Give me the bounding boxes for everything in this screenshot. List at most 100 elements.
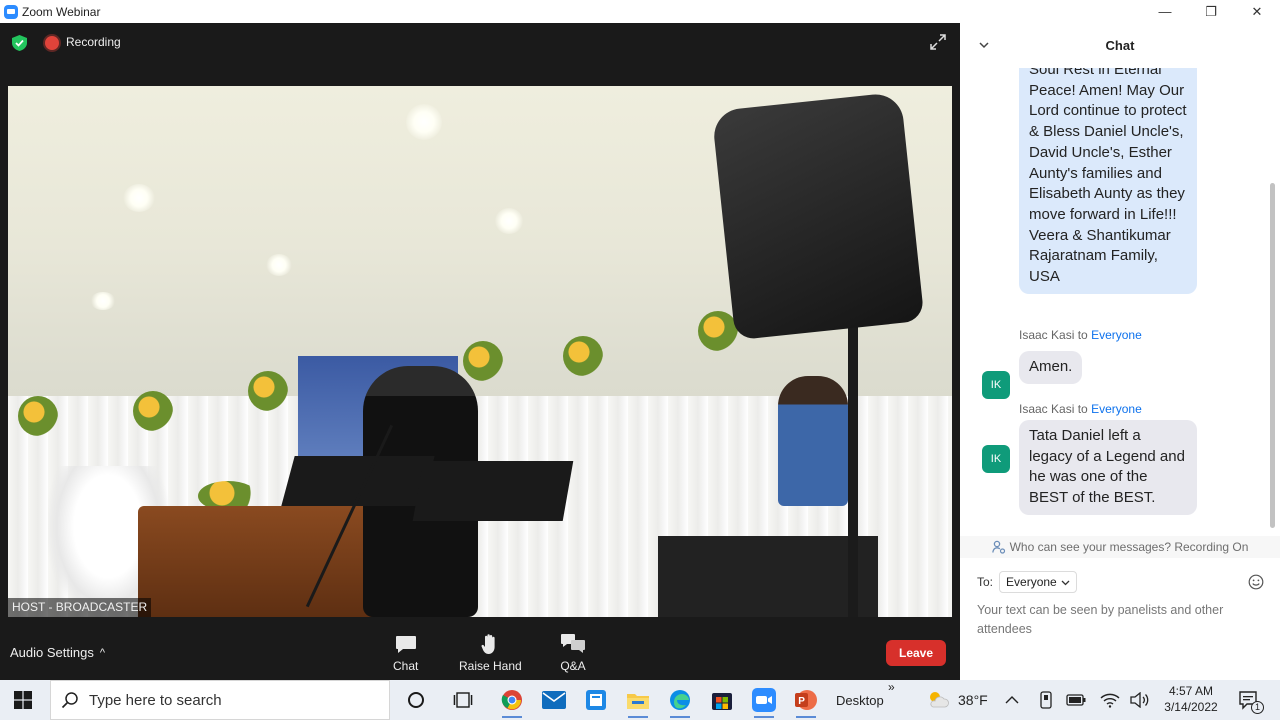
- zoom-app-icon[interactable]: [752, 688, 776, 718]
- mail-icon[interactable]: [542, 688, 566, 712]
- chrome-icon[interactable]: [500, 688, 524, 718]
- volume-icon[interactable]: [1128, 688, 1152, 712]
- to-label: To:: [977, 575, 994, 589]
- qa-bubbles-icon: [560, 629, 586, 655]
- desktop-toolbar-label[interactable]: Desktop: [836, 693, 884, 708]
- minimize-button[interactable]: —: [1142, 0, 1188, 23]
- powerpoint-icon[interactable]: P: [794, 688, 818, 718]
- clock-time: 4:57 AM: [1168, 684, 1214, 698]
- privacy-note-text: Who can see your messages? Recording On: [1009, 540, 1249, 554]
- casket: [138, 506, 388, 617]
- flower-decoration: [133, 391, 173, 431]
- privacy-note[interactable]: Who can see your messages? Recording On: [960, 536, 1280, 558]
- chat-message-list[interactable]: Soul Rest in Eternal Peace! Amen! May Ou…: [960, 68, 1280, 536]
- notification-center-icon[interactable]: 1: [1236, 688, 1264, 714]
- speaker-pole: [848, 316, 858, 617]
- flower-decoration: [18, 396, 58, 436]
- keyboard-instrument: [658, 536, 878, 617]
- microsoft-store-icon[interactable]: [710, 688, 734, 712]
- ceiling-light: [406, 104, 442, 140]
- chat-panel: Chat Soul Rest in Eternal Peace! Amen! M…: [960, 23, 1280, 680]
- ceiling-light: [495, 208, 523, 234]
- meeting-area: Recording HOST - BROADCASTER Audio Setti…: [0, 23, 960, 680]
- avatar: IK: [982, 371, 1010, 399]
- video-feed: [8, 86, 952, 617]
- flower-decoration: [698, 311, 738, 351]
- chat-button-label: Chat: [393, 659, 419, 673]
- weather-icon[interactable]: [926, 688, 950, 712]
- host-name-label: HOST - BROADCASTER: [8, 598, 152, 617]
- task-view-icon[interactable]: [451, 688, 475, 712]
- recipient-link[interactable]: Everyone: [1091, 402, 1142, 416]
- recipient-dropdown[interactable]: Everyone: [999, 571, 1077, 593]
- calculator-app-icon[interactable]: [584, 688, 608, 712]
- restore-button[interactable]: ❐: [1188, 0, 1234, 23]
- sender-to-word: to: [1077, 402, 1088, 416]
- raise-hand-label: Raise Hand: [459, 659, 522, 673]
- avatar: IK: [982, 445, 1010, 473]
- sender-name: Isaac Kasi: [1019, 328, 1075, 342]
- chat-bubble-icon: [395, 629, 417, 655]
- caret-up-icon: ^: [99, 646, 106, 659]
- meeting-controls-bar: Audio Settings ^ Chat Raise Hand Q&A Lea…: [0, 623, 960, 680]
- flower-decoration: [563, 336, 603, 376]
- chat-message-input[interactable]: [977, 601, 1267, 645]
- windows-start-icon[interactable]: [14, 691, 32, 709]
- recipient-link[interactable]: Everyone: [1091, 328, 1142, 342]
- taskbar-search-box[interactable]: [50, 680, 390, 720]
- recipient-row: To: Everyone: [977, 571, 1077, 593]
- pa-speaker: [711, 91, 925, 341]
- sender-name: Isaac Kasi: [1019, 402, 1075, 416]
- qa-button-label: Q&A: [560, 659, 586, 673]
- window-titlebar: Zoom Webinar — ❐ ✕: [0, 0, 1280, 23]
- notification-count-badge: 1: [1251, 701, 1264, 714]
- audio-settings-button[interactable]: Audio Settings ^: [10, 645, 105, 660]
- chat-scrollbar[interactable]: [1267, 68, 1279, 536]
- chat-message-bubble: Tata Daniel left a legacy of a Legend an…: [1019, 420, 1197, 515]
- edge-icon[interactable]: [668, 688, 692, 718]
- toolbar-chevron-icon[interactable]: »: [888, 680, 895, 694]
- device-tray-icon[interactable]: [1034, 688, 1058, 712]
- show-hidden-icons-chevron-icon[interactable]: [1000, 688, 1024, 712]
- encryption-shield-icon[interactable]: [12, 35, 27, 51]
- fullscreen-icon[interactable]: [930, 34, 946, 50]
- ceiling-light: [90, 292, 116, 310]
- recording-label: Recording: [66, 35, 121, 49]
- search-icon: [61, 692, 78, 709]
- cortana-icon[interactable]: [404, 688, 428, 712]
- clock-date: 3/14/2022: [1164, 700, 1218, 714]
- close-button[interactable]: ✕: [1234, 0, 1280, 23]
- weather-temperature[interactable]: 38°F: [958, 692, 988, 708]
- flower-decoration: [463, 341, 503, 381]
- sender-to-word: to: [1077, 328, 1088, 342]
- leave-button[interactable]: Leave: [886, 640, 946, 666]
- chat-message-bubble: Soul Rest in Eternal Peace! Amen! May Ou…: [1019, 68, 1197, 294]
- message-sender-line: Isaac Kasi to Everyone: [1019, 328, 1142, 342]
- taskbar-search-input[interactable]: [89, 691, 369, 709]
- zoom-logo-icon: [4, 4, 18, 19]
- meeting-top-bar: Recording: [0, 23, 960, 63]
- svg-text:P: P: [798, 696, 805, 707]
- window-controls: — ❐ ✕: [1142, 0, 1280, 23]
- person-eye-icon: [991, 540, 1005, 554]
- file-explorer-icon[interactable]: [626, 688, 650, 718]
- recipient-dropdown-value: Everyone: [1006, 575, 1057, 589]
- wifi-icon[interactable]: [1098, 688, 1122, 712]
- qa-button[interactable]: Q&A: [560, 629, 586, 673]
- chat-message-bubble: Amen.: [1019, 351, 1083, 384]
- scrollbar-thumb[interactable]: [1270, 183, 1275, 528]
- recording-dot-icon: [45, 36, 59, 50]
- music-stand: [412, 461, 574, 521]
- battery-icon[interactable]: [1064, 688, 1088, 712]
- chat-button[interactable]: Chat: [393, 629, 418, 673]
- keyboard-player-person: [778, 376, 848, 506]
- taskbar-clock[interactable]: 4:57 AM 3/14/2022: [1158, 683, 1224, 715]
- ceiling-light: [123, 184, 155, 212]
- raised-hand-icon: [481, 629, 499, 655]
- windows-taskbar: P Desktop » 38°F 4:57 AM 3/14/2022 1: [0, 680, 1280, 720]
- chevron-down-icon: [1061, 580, 1070, 585]
- flower-decoration: [248, 371, 288, 411]
- window-title: Zoom Webinar: [22, 4, 101, 19]
- emoji-icon[interactable]: [1248, 574, 1264, 590]
- raise-hand-button[interactable]: Raise Hand: [459, 629, 522, 673]
